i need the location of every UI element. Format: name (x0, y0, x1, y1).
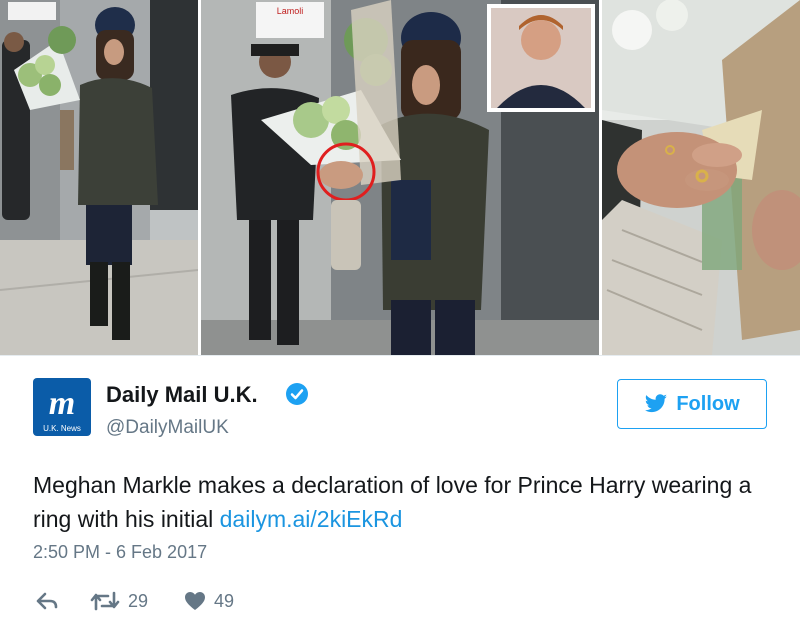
photo-ring-closeup-image (602, 0, 800, 355)
author-handle[interactable]: @DailyMailUK (106, 417, 229, 439)
retweet-icon (90, 591, 120, 611)
photo-walking-image (0, 0, 198, 355)
photo-panel-bouquet[interactable]: Lamoli (201, 0, 599, 355)
tweet-actions: 29 49 (35, 588, 264, 614)
reply-icon (36, 592, 58, 610)
author-display-name[interactable]: Daily Mail U.K. (106, 382, 258, 408)
retweet-button[interactable]: 29 (90, 591, 184, 612)
avatar-badge-text: U.K. News (43, 424, 81, 433)
like-count: 49 (214, 590, 235, 611)
retweet-count: 29 (128, 590, 149, 611)
tweet-photo-collage[interactable]: Lamoli (0, 0, 800, 355)
tweet-text: Meghan Markle makes a declaration of lov… (33, 468, 773, 536)
shop-sign-lamoli: Lamoli (277, 6, 304, 16)
follow-button[interactable]: Follow (617, 379, 767, 429)
tweet-link[interactable]: dailym.ai/2kiEkRd (220, 506, 403, 532)
twitter-bird-icon (645, 394, 668, 413)
avatar[interactable]: m U.K. News (33, 378, 91, 436)
photo-panel-walking[interactable] (0, 0, 198, 355)
avatar-logo-letters: m (49, 385, 75, 422)
verified-icon (286, 383, 308, 405)
tweet-timestamp[interactable]: 2:50 PM - 6 Feb 2017 (33, 542, 207, 563)
reply-button[interactable] (35, 591, 90, 611)
photo-panel-ring-closeup[interactable] (602, 0, 800, 355)
photo-bouquet-image: Lamoli (201, 0, 599, 355)
heart-icon (185, 592, 205, 610)
like-button[interactable]: 49 (184, 591, 264, 612)
follow-button-label: Follow (676, 392, 740, 415)
